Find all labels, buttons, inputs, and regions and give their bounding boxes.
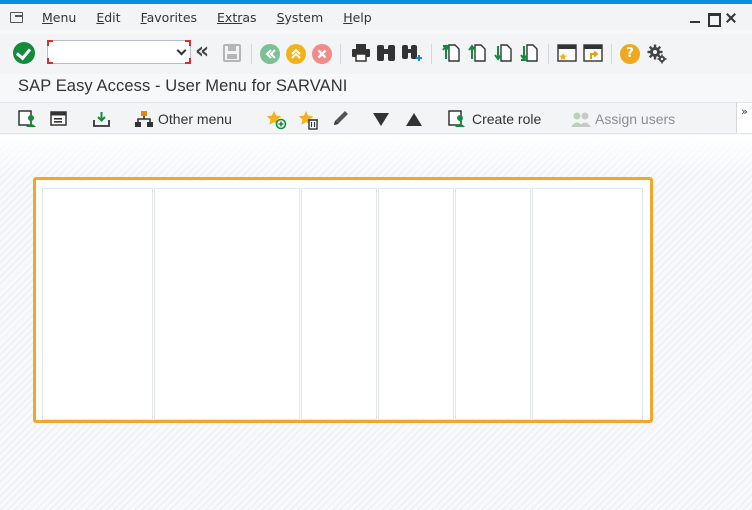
menu-menu[interactable]: Menu — [32, 10, 86, 25]
inbox-download-icon — [92, 110, 110, 128]
assign-users-label: Assign users — [595, 111, 676, 127]
move-favorite-up-button[interactable] — [406, 109, 422, 129]
save-icon[interactable] — [223, 44, 241, 62]
add-favorite-button[interactable] — [266, 109, 287, 130]
highlighted-panel — [33, 177, 653, 423]
triangle-up-icon — [406, 112, 422, 126]
panel-column — [455, 188, 531, 420]
help-icon[interactable]: ? — [620, 44, 640, 64]
settings-gear-icon[interactable] — [646, 43, 668, 65]
business-workplace-button[interactable] — [92, 109, 110, 129]
menu-edit-label: dit — [104, 9, 121, 25]
menu-extras-label: as — [242, 9, 257, 25]
move-favorite-down-button[interactable] — [373, 109, 389, 129]
close-icon[interactable] — [722, 10, 740, 26]
menu-bar: Menu Edit Favorites Extras System Help — [0, 4, 752, 30]
menu-help-accel: H — [343, 9, 353, 25]
menu-extras-accel: Extr — [217, 9, 243, 25]
enter-checkmark-icon[interactable] — [13, 42, 35, 64]
find-binoculars-icon[interactable] — [375, 43, 397, 65]
maximize-icon[interactable] — [704, 10, 722, 27]
users-icon — [571, 110, 591, 128]
main-content-area — [0, 135, 752, 510]
toolbar-overflow-chevron-icon[interactable]: » — [736, 103, 752, 133]
other-menu-button[interactable]: Other menu — [134, 109, 232, 129]
back-icon[interactable] — [260, 44, 280, 64]
previous-page-icon[interactable] — [467, 43, 489, 65]
system-toolbar: « ? — [0, 34, 752, 74]
next-page-icon[interactable] — [493, 43, 515, 65]
star-delete-icon — [298, 110, 318, 130]
assign-users-button[interactable]: Assign users — [571, 109, 675, 129]
print-icon[interactable] — [350, 43, 372, 65]
menu-favorites-label: avorites — [146, 9, 198, 25]
create-role-icon — [448, 110, 466, 128]
menu-system[interactable]: System — [267, 10, 334, 25]
change-favorite-button[interactable] — [331, 109, 349, 129]
menu-help[interactable]: Help — [333, 10, 382, 25]
sap-menu-button[interactable] — [50, 109, 68, 129]
application-toolbar: Other menu Create role Assign users » — [0, 102, 752, 134]
delete-favorite-button[interactable] — [298, 109, 318, 130]
menu-edit[interactable]: Edit — [86, 10, 130, 25]
exit-icon[interactable] — [286, 44, 306, 64]
star-add-icon — [266, 110, 287, 130]
menu-system-accel: S — [276, 9, 285, 25]
panel-column — [42, 188, 153, 420]
create-role-label: Create role — [472, 111, 542, 127]
last-page-icon[interactable] — [519, 43, 541, 65]
user-menu-icon — [18, 110, 36, 128]
pencil-icon — [331, 110, 349, 128]
panel-column — [378, 188, 454, 420]
minimize-icon[interactable] — [686, 10, 704, 26]
menu-menu-accel: M — [42, 9, 53, 25]
panel-column — [301, 188, 377, 420]
menu-help-label: elp — [352, 9, 372, 25]
panel-column — [532, 188, 643, 420]
menu-system-label: ystem — [284, 9, 324, 25]
panel-column — [154, 188, 300, 420]
create-role-button[interactable]: Create role — [448, 109, 541, 129]
first-page-icon[interactable] — [441, 43, 463, 65]
page-title: SAP Easy Access - User Menu for SARVANI — [18, 77, 348, 95]
menu-menu-label: enu — [52, 9, 77, 25]
create-session-icon[interactable] — [556, 43, 578, 65]
command-field[interactable] — [47, 40, 191, 64]
user-menu-button[interactable] — [18, 109, 36, 129]
command-history-chevron-icon[interactable] — [176, 45, 187, 56]
hierarchy-icon — [134, 110, 153, 128]
triangle-down-icon — [373, 112, 389, 126]
generate-shortcut-icon[interactable] — [582, 43, 604, 65]
other-menu-label: Other menu — [158, 111, 232, 127]
menu-extras[interactable]: Extras — [207, 10, 267, 25]
window-menu-icon[interactable] — [10, 11, 24, 23]
find-next-icon[interactable] — [401, 43, 423, 65]
window-controls — [686, 10, 740, 27]
menu-favorites[interactable]: Favorites — [131, 10, 207, 25]
command-input[interactable] — [51, 43, 171, 61]
cancel-icon[interactable] — [312, 44, 332, 64]
collapse-field-icon[interactable]: « — [195, 41, 217, 64]
sap-menu-icon — [50, 110, 68, 128]
